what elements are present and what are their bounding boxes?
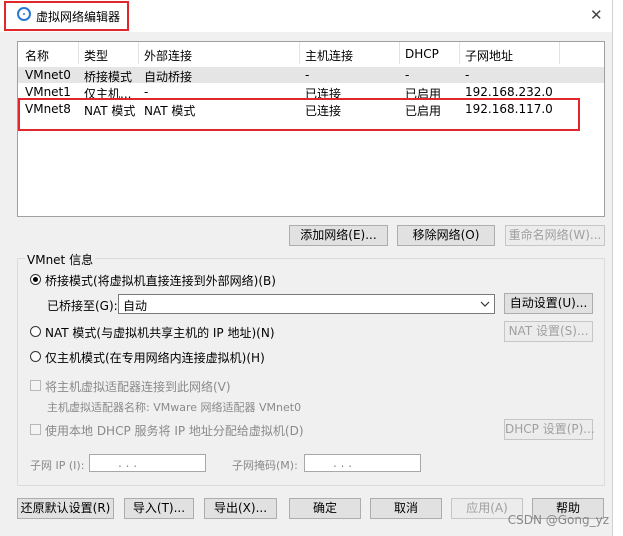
cell-dhcp: - (405, 68, 410, 82)
row-highlight-box (18, 98, 580, 131)
rename-network-button[interactable]: 重命名网络(W)... (505, 225, 605, 246)
auto-settings-button[interactable]: 自动设置(U)... (504, 293, 593, 314)
dhcp-checkbox[interactable] (30, 424, 41, 435)
title-highlight-box (4, 1, 129, 31)
subnet-mask-input[interactable]: . . . (304, 454, 421, 472)
dhcp-label[interactable]: 使用本地 DHCP 服务将 IP 地址分配给虚拟机(D) (45, 422, 304, 439)
nat-settings-button[interactable]: NAT 设置(S)... (504, 321, 593, 342)
cell-external: - (144, 85, 149, 99)
host-only-radio[interactable] (30, 351, 41, 362)
nat-mode-label[interactable]: NAT 模式(与虚拟机共享主机的 IP 地址)(N) (45, 324, 275, 341)
adapter-name-label: 主机虚拟适配器名称: VMware 网络适配器 VMnet0 (47, 401, 302, 414)
export-button[interactable]: 导出(X)... (204, 498, 277, 519)
cell-name: VMnet1 (25, 85, 71, 99)
add-network-button[interactable]: 添加网络(E)... (289, 225, 388, 246)
bridged-to-value: 自动 (123, 299, 148, 313)
column-header-dhcp[interactable]: DHCP (405, 47, 439, 61)
header-divider (399, 42, 400, 64)
remove-network-button[interactable]: 移除网络(O) (397, 225, 495, 246)
ok-button[interactable]: 确定 (289, 498, 361, 519)
bridged-mode-radio[interactable] (30, 274, 41, 285)
column-header-name[interactable]: 名称 (25, 47, 49, 64)
connect-adapter-label[interactable]: 将主机虚拟适配器连接到此网络(V) (45, 378, 231, 395)
column-header-external[interactable]: 外部连接 (144, 47, 192, 64)
bridged-to-label: 已桥接至(G): (47, 299, 118, 313)
cell-external: 自动桥接 (144, 70, 193, 84)
subnet-ip-label: 子网 IP (I): (30, 459, 85, 472)
watermark-text: CSDN @Gong_yz (507, 513, 609, 527)
bridged-to-select[interactable]: 自动 (118, 294, 495, 314)
close-icon[interactable]: ✕ (590, 6, 603, 24)
column-header-host[interactable]: 主机连接 (305, 47, 353, 64)
header-divider (559, 42, 560, 64)
cell-subnet: - (465, 68, 470, 82)
nat-mode-radio[interactable] (30, 326, 41, 337)
subnet-mask-dots: . . . (333, 456, 353, 470)
connect-adapter-checkbox[interactable] (30, 380, 41, 391)
header-divider (299, 42, 300, 64)
header-divider (138, 42, 139, 64)
cell-subnet: 192.168.232.0 (465, 85, 553, 99)
restore-defaults-button[interactable]: 还原默认设置(R) (17, 498, 114, 519)
import-button[interactable]: 导入(T)... (124, 498, 194, 519)
column-header-type[interactable]: 类型 (84, 47, 108, 64)
host-only-label[interactable]: 仅主机模式(在专用网络内连接虚拟机)(H) (45, 349, 265, 366)
header-divider (459, 42, 460, 64)
cancel-button[interactable]: 取消 (370, 498, 442, 519)
cell-type: 桥接模式 (84, 70, 133, 84)
cell-host: - (305, 68, 310, 82)
subnet-ip-dots: . . . (118, 456, 138, 470)
bridged-mode-label[interactable]: 桥接模式(将虚拟机直接连接到外部网络)(B) (45, 272, 276, 289)
vmnet-info-legend: VMnet 信息 (25, 251, 96, 268)
subnet-ip-input[interactable]: . . . (89, 454, 206, 472)
column-header-subnet[interactable]: 子网地址 (465, 47, 513, 64)
chevron-down-icon (480, 301, 490, 307)
dhcp-settings-button[interactable]: DHCP 设置(P)... (504, 419, 595, 440)
subnet-mask-label: 子网掩码(M): (232, 459, 298, 472)
header-divider (78, 42, 79, 64)
cell-name: VMnet0 (25, 68, 71, 82)
